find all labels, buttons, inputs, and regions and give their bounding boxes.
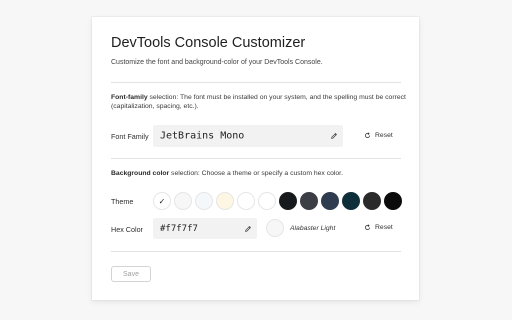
font-description: Font-family selection: The font must be … xyxy=(111,93,411,111)
hex-color-input[interactable]: #f7f7f7 xyxy=(153,218,257,239)
hex-reset-button[interactable]: Reset xyxy=(364,224,393,231)
theme-swatch[interactable] xyxy=(300,192,318,210)
background-description-text: selection: Choose a theme or specify a c… xyxy=(169,170,343,177)
hex-color-value: #f7f7f7 xyxy=(160,223,198,234)
font-reset-label: Reset xyxy=(375,132,393,139)
pencil-icon[interactable] xyxy=(330,132,338,140)
checkmark-icon: ✓ xyxy=(158,196,166,206)
theme-swatch[interactable] xyxy=(237,192,255,210)
background-description: Background color selection: Choose a the… xyxy=(111,169,411,178)
reset-icon xyxy=(365,224,370,230)
divider xyxy=(111,158,401,159)
font-description-bold: Font-family xyxy=(111,94,148,101)
hex-color-label: Hex Color xyxy=(111,225,143,234)
theme-swatch[interactable] xyxy=(216,192,234,210)
theme-swatch[interactable]: ✓ xyxy=(153,192,171,210)
theme-swatch[interactable] xyxy=(174,192,192,210)
theme-swatch[interactable] xyxy=(321,192,339,210)
theme-swatch[interactable] xyxy=(363,192,381,210)
font-description-text: selection: The font must be installed on… xyxy=(111,94,406,110)
save-button[interactable]: Save xyxy=(111,266,151,282)
divider xyxy=(111,82,401,83)
background-description-bold: Background color xyxy=(111,170,170,177)
theme-label: Theme xyxy=(111,197,134,206)
color-preview-swatch xyxy=(266,219,284,237)
theme-swatch[interactable] xyxy=(258,192,276,210)
theme-swatch[interactable] xyxy=(384,192,402,210)
theme-swatch[interactable] xyxy=(279,192,297,210)
font-reset-button[interactable]: Reset xyxy=(364,132,393,139)
divider xyxy=(111,251,401,252)
theme-swatch[interactable] xyxy=(342,192,360,210)
pencil-icon[interactable] xyxy=(244,225,252,233)
font-family-input[interactable]: JetBrains Mono xyxy=(153,125,343,147)
reset-icon xyxy=(365,132,370,138)
hex-reset-label: Reset xyxy=(375,224,393,231)
theme-swatch[interactable] xyxy=(195,192,213,210)
color-preview-name: Alabaster Light xyxy=(290,225,336,232)
page-subtitle: Customize the font and background-color … xyxy=(111,59,323,66)
customizer-card: DevTools Console Customizer Customize th… xyxy=(92,17,419,300)
font-family-label: Font Family xyxy=(111,132,149,141)
page-title: DevTools Console Customizer xyxy=(111,35,306,51)
font-family-value: JetBrains Mono xyxy=(160,130,245,142)
